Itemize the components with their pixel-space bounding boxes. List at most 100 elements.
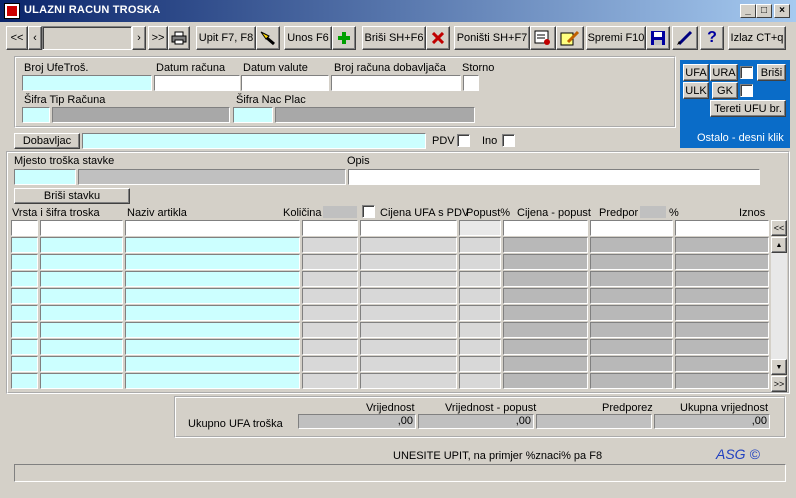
minimize-button[interactable]: _ bbox=[740, 4, 756, 18]
naziv-cell[interactable] bbox=[125, 339, 300, 355]
ino-checkbox[interactable] bbox=[502, 134, 515, 147]
storno-input[interactable] bbox=[463, 75, 479, 91]
sifra-cell[interactable] bbox=[40, 288, 123, 304]
unos-button[interactable]: Unos F6 bbox=[284, 26, 332, 50]
ura-checkbox[interactable] bbox=[740, 66, 753, 79]
vrsta-cell[interactable] bbox=[11, 254, 38, 270]
kolicina-cell[interactable] bbox=[302, 288, 358, 304]
cijena-ufa-cell[interactable] bbox=[360, 373, 457, 389]
vrsta-cell[interactable] bbox=[11, 356, 38, 372]
datum-valute-input[interactable] bbox=[241, 75, 329, 91]
scroll-track[interactable] bbox=[771, 253, 787, 359]
tereti-button[interactable]: Tereti UFU br. bbox=[710, 100, 786, 117]
kolicina-cell[interactable] bbox=[302, 339, 358, 355]
vrsta-cell[interactable] bbox=[11, 305, 38, 321]
brisi-stavku-button[interactable]: Briši stavku bbox=[14, 188, 130, 204]
spremi-button[interactable]: Spremi F10 bbox=[586, 26, 646, 50]
kolicina-cell[interactable] bbox=[302, 305, 358, 321]
naziv-cell[interactable] bbox=[125, 220, 300, 236]
first-record-button[interactable]: << bbox=[6, 26, 28, 50]
kolicina-cell[interactable] bbox=[302, 220, 358, 236]
naziv-cell[interactable] bbox=[125, 254, 300, 270]
scroll-last-button[interactable]: >> bbox=[771, 376, 787, 392]
cijena-pdv-checkbox[interactable] bbox=[362, 205, 375, 218]
gk-checkbox[interactable] bbox=[740, 84, 753, 97]
cijena-ufa-cell[interactable] bbox=[360, 254, 457, 270]
vrsta-cell[interactable] bbox=[11, 322, 38, 338]
help-button[interactable]: ? bbox=[700, 26, 724, 50]
scroll-up-button[interactable]: ▲ bbox=[771, 237, 787, 253]
naziv-cell[interactable] bbox=[125, 373, 300, 389]
cijena-ufa-cell[interactable] bbox=[360, 237, 457, 253]
add-icon-button[interactable] bbox=[332, 26, 356, 50]
cijena-ufa-cell[interactable] bbox=[360, 271, 457, 287]
izlaz-button[interactable]: Izlaz CT+q bbox=[728, 26, 786, 50]
kolicina-cell[interactable] bbox=[302, 356, 358, 372]
sifra-cell[interactable] bbox=[40, 373, 123, 389]
mjesto-input[interactable] bbox=[14, 169, 76, 185]
brisi-button[interactable]: Briši SH+F6 bbox=[362, 26, 426, 50]
naziv-cell[interactable] bbox=[125, 305, 300, 321]
sifra-cell[interactable] bbox=[40, 254, 123, 270]
sifra-cell[interactable] bbox=[40, 220, 123, 236]
kolicina-cell[interactable] bbox=[302, 237, 358, 253]
datum-racuna-input[interactable] bbox=[154, 75, 240, 91]
sifra-nac-input[interactable] bbox=[233, 107, 273, 123]
next-record-button[interactable]: › bbox=[132, 26, 146, 50]
naziv-cell[interactable] bbox=[125, 322, 300, 338]
sifra-cell[interactable] bbox=[40, 339, 123, 355]
prev-record-button[interactable]: ‹ bbox=[28, 26, 42, 50]
cijena-ufa-cell[interactable] bbox=[360, 339, 457, 355]
write-icon-button[interactable] bbox=[672, 26, 698, 50]
cijena-ufa-cell[interactable] bbox=[360, 288, 457, 304]
side-brisi-button[interactable]: Briši bbox=[757, 64, 786, 81]
record-scroller[interactable] bbox=[42, 26, 132, 50]
ura-button[interactable]: URA bbox=[710, 64, 738, 81]
sifra-cell[interactable] bbox=[40, 305, 123, 321]
cijena-ufa-cell[interactable] bbox=[360, 220, 457, 236]
dobavljac-button[interactable]: Dobavljac bbox=[14, 133, 80, 149]
cijena-ufa-cell[interactable] bbox=[360, 305, 457, 321]
pdv-checkbox[interactable] bbox=[457, 134, 470, 147]
maximize-button[interactable]: □ bbox=[756, 4, 772, 18]
scroll-first-button[interactable]: << bbox=[771, 220, 787, 236]
vrsta-cell[interactable] bbox=[11, 237, 38, 253]
upit-button[interactable]: Upit F7, F8 bbox=[196, 26, 256, 50]
gk-button[interactable]: GK bbox=[712, 82, 738, 99]
ulk-button[interactable]: ULK bbox=[683, 82, 709, 99]
vrsta-cell[interactable] bbox=[11, 339, 38, 355]
broj-ufe-input[interactable] bbox=[22, 75, 152, 91]
naziv-cell[interactable] bbox=[125, 356, 300, 372]
scroll-down-button[interactable]: ▼ bbox=[771, 359, 787, 375]
vrsta-cell[interactable] bbox=[11, 220, 38, 236]
query-icon-button[interactable] bbox=[256, 26, 280, 50]
last-record-button[interactable]: >> bbox=[148, 26, 168, 50]
print-button[interactable] bbox=[168, 26, 190, 50]
vrsta-cell[interactable] bbox=[11, 288, 38, 304]
cijena-ufa-cell[interactable] bbox=[360, 356, 457, 372]
delete-icon-button[interactable] bbox=[426, 26, 450, 50]
broj-racuna-dob-input[interactable] bbox=[331, 75, 461, 91]
vrsta-cell[interactable] bbox=[11, 373, 38, 389]
vrsta-cell[interactable] bbox=[11, 271, 38, 287]
kolicina-cell[interactable] bbox=[302, 254, 358, 270]
cijena-ufa-cell[interactable] bbox=[360, 322, 457, 338]
sifra-cell[interactable] bbox=[40, 322, 123, 338]
sifra-cell[interactable] bbox=[40, 356, 123, 372]
opis-input[interactable] bbox=[348, 169, 760, 185]
naziv-cell[interactable] bbox=[125, 288, 300, 304]
undo-icon-button[interactable] bbox=[530, 26, 556, 50]
close-button[interactable]: × bbox=[774, 4, 790, 18]
ufa-button[interactable]: UFA bbox=[683, 64, 709, 81]
naziv-cell[interactable] bbox=[125, 237, 300, 253]
sifra-cell[interactable] bbox=[40, 271, 123, 287]
kolicina-cell[interactable] bbox=[302, 373, 358, 389]
kolicina-cell[interactable] bbox=[302, 271, 358, 287]
save-icon-button[interactable] bbox=[646, 26, 670, 50]
edit-icon-button[interactable] bbox=[556, 26, 584, 50]
ponisti-button[interactable]: Poništi SH+F7 bbox=[454, 26, 530, 50]
kolicina-cell[interactable] bbox=[302, 322, 358, 338]
sifra-tip-input[interactable] bbox=[22, 107, 50, 123]
naziv-cell[interactable] bbox=[125, 271, 300, 287]
sifra-cell[interactable] bbox=[40, 237, 123, 253]
